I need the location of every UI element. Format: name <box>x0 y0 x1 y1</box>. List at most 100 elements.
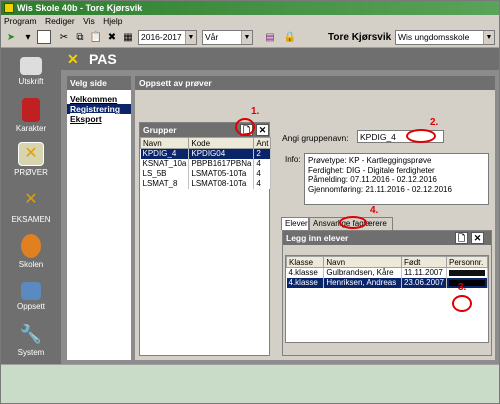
wrench-icon: 🔧 <box>19 324 43 344</box>
chevron-down-icon: ▼ <box>483 31 494 44</box>
tab-elever[interactable]: Elever <box>281 217 309 230</box>
term-select[interactable]: Vår ▼ <box>202 30 253 45</box>
cell: 4 <box>253 178 272 189</box>
printer-icon <box>20 57 42 75</box>
sidebar-item-label: System <box>17 348 45 357</box>
cell: 4.klasse <box>286 277 325 288</box>
annotation-circle <box>452 295 472 312</box>
cell: LSMAT_8 <box>140 178 190 189</box>
copy-icon[interactable]: ⧉ <box>73 30 87 44</box>
user-name: Tore Kjørsvik <box>328 32 392 43</box>
table-row[interactable]: LS_5B LSMAT05-10Ta 4 <box>140 168 272 179</box>
column-header-kode[interactable]: Kode <box>188 137 255 149</box>
cell: 4 <box>253 168 272 179</box>
column-header-navn[interactable]: Navn <box>139 137 190 149</box>
sidebar-item-label: Karakter <box>15 124 47 133</box>
books-icon[interactable]: ▤ <box>263 30 277 44</box>
year-select[interactable]: 2016-2017 ▼ <box>138 30 197 45</box>
sidebar-item-label: PRØVER <box>14 168 48 177</box>
remove-student-button[interactable]: ✕ <box>471 232 484 244</box>
computer-icon <box>21 282 41 300</box>
chevron-down-icon: ▼ <box>185 31 196 44</box>
add-student-button[interactable]: 🗋 <box>455 232 468 244</box>
year-value: 2016-2017 <box>141 32 182 42</box>
cell: 11.11.2007 <box>401 267 448 278</box>
cut-icon[interactable]: ✂ <box>57 30 71 44</box>
annotation-number: 3. <box>458 282 467 293</box>
calendar-icon[interactable]: ▦ <box>121 30 135 44</box>
table-row[interactable]: LSMAT_8 LSMAT08-10Ta 4 <box>140 178 272 189</box>
dropdown-arrow-icon[interactable]: ▾ <box>21 30 35 44</box>
main-heading: Oppsett av prøver <box>135 76 495 90</box>
cell: Henriksen, Andreas <box>323 277 402 288</box>
grades-book-icon <box>22 98 40 122</box>
sidebar-item-prover[interactable]: ✕ PRØVER <box>1 136 61 186</box>
students-heading: Legg inn elever 🗋 ✕ <box>283 231 491 245</box>
sidebar-item-label: Utskrift <box>18 77 44 86</box>
cell: 23.06.2007 <box>401 277 448 288</box>
column-header-personnr[interactable]: Personnr. <box>446 256 488 268</box>
redacted-mask <box>449 270 485 277</box>
group-name-label: Angi gruppenavn: <box>282 133 349 143</box>
column-header-klasse[interactable]: Klasse <box>285 256 325 268</box>
sidebar-item-utskrift[interactable]: Utskrift <box>1 48 61 98</box>
nav-link-velkommen[interactable]: Velkommen <box>67 94 131 104</box>
sidebar-item-system[interactable]: 🔧 System <box>1 316 61 366</box>
column-header-ant[interactable]: Ant <box>253 137 272 149</box>
cell <box>446 267 488 278</box>
column-header-navn[interactable]: Navn <box>323 256 402 268</box>
annotation-circle <box>406 129 436 143</box>
sidebar-item-eksamen[interactable]: ✕ EKSAMEN <box>1 183 61 233</box>
menu-rediger[interactable]: Rediger <box>42 15 78 27</box>
groups-heading-label: Grupper <box>143 125 177 135</box>
tools-icon: ✕ <box>24 191 38 208</box>
menu-program[interactable]: Program <box>1 15 40 27</box>
page-title: PAS <box>89 51 117 67</box>
back-icon[interactable]: ➤ <box>4 30 18 44</box>
cell: KPDIG04 <box>188 148 255 159</box>
nav-link-eksport[interactable]: Eksport <box>67 114 131 124</box>
sidebar-item-skolen[interactable]: Skolen <box>1 228 61 278</box>
annotation-number: 2. <box>430 117 439 128</box>
redacted-mask <box>449 279 485 286</box>
chevron-down-icon: ▼ <box>241 31 252 44</box>
info-label: Info: <box>285 155 301 164</box>
table-row[interactable]: KSNAT_10a PBPB1617PBNa 4 <box>140 158 272 169</box>
left-nav-heading: Velg side <box>67 76 131 90</box>
annotation-circle <box>339 216 367 229</box>
cell: PBPB1617PBNa <box>188 158 255 169</box>
tools-icon: ✕ <box>18 142 44 166</box>
cell: Gulbrandsen, Kåre <box>323 267 402 278</box>
cell: 4.klasse <box>286 267 325 278</box>
page-header: ✕ PAS <box>61 48 499 70</box>
paste-icon[interactable]: 📋 <box>89 30 103 44</box>
students-heading-label: Legg inn elever <box>286 233 349 243</box>
window-icon[interactable] <box>37 30 51 44</box>
menu-vis[interactable]: Vis <box>80 15 98 27</box>
annotation-number: 4. <box>370 205 379 216</box>
lock-icon[interactable]: 🔒 <box>283 30 297 44</box>
cell: LS_5B <box>140 168 190 179</box>
delete-group-button[interactable]: ✕ <box>256 124 269 136</box>
nav-link-registrering[interactable]: Registrering <box>67 104 131 114</box>
sidebar-item-karakter[interactable]: Karakter <box>1 92 61 142</box>
cell: 2 <box>253 148 272 159</box>
cell: LSMAT08-10Ta <box>188 178 255 189</box>
school-select[interactable]: Wis ungdomsskole ▼ <box>395 30 495 45</box>
info-line: Gjennomføring: 21.11.2016 - 02.12.2016 <box>308 184 452 194</box>
left-nav: Velg side Velkommen Registrering Eksport <box>67 76 131 360</box>
table-row[interactable]: 4.klasse Gulbrandsen, Kåre 11.11.2007 <box>286 267 488 278</box>
column-header-fodt[interactable]: Født <box>400 256 448 268</box>
table-row[interactable]: KPDIG_4 KPDIG04 2 <box>140 148 272 159</box>
menu-hjelp[interactable]: Hjelp <box>100 15 125 27</box>
menu-bar: Program Rediger Vis Hjelp <box>1 15 499 27</box>
window-title: Wis Skole 40b - Tore Kjørsvik <box>17 3 143 13</box>
info-line: Ferdighet: DIG - Digitale ferdigheter <box>308 165 435 175</box>
cell: LSMAT05-10Ta <box>188 168 255 179</box>
students-panel: Legg inn elever 🗋 ✕ Klasse Navn Født Per… <box>282 230 492 356</box>
tab-strip: Elever Ansvarlige faglærere <box>281 217 491 230</box>
sidebar-item-label: Skolen <box>18 260 44 269</box>
delete-icon[interactable]: ✖ <box>105 30 119 44</box>
annotation-circle <box>235 118 255 136</box>
toolbar: ➤ ▾ ✂ ⧉ 📋 ✖ ▦ 2016-2017 ▼ Vår ▼ ▤ 🔒 Tore… <box>1 27 499 48</box>
